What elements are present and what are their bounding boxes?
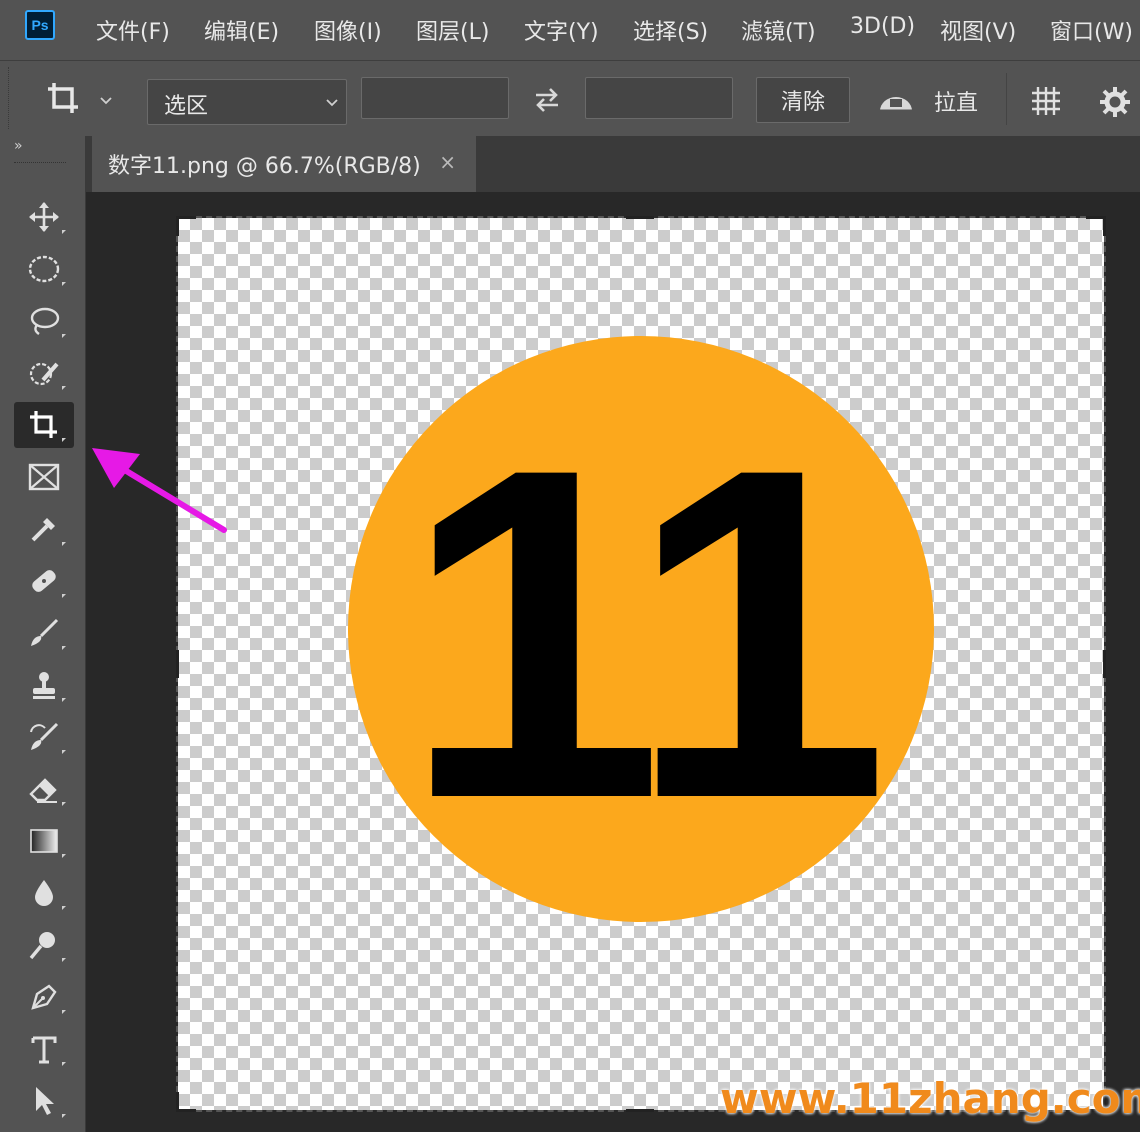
crop-tool[interactable] bbox=[14, 402, 74, 448]
document-tab-bar: 数字11.png @ 66.7%(RGB/8) × bbox=[86, 136, 1140, 192]
crop-handle-bottom-left[interactable] bbox=[176, 1092, 179, 1112]
number-text: 11 bbox=[402, 371, 890, 896]
photoshop-logo: Ps bbox=[25, 10, 55, 40]
grid-icon[interactable] bbox=[1028, 83, 1064, 119]
arrow-cursor-icon bbox=[36, 1087, 54, 1115]
menu-select[interactable]: 选择(S) bbox=[633, 14, 708, 46]
history-brush-tool[interactable] bbox=[14, 714, 74, 760]
frame-tool[interactable] bbox=[14, 454, 74, 500]
stamp-tool[interactable] bbox=[14, 662, 74, 708]
document-canvas[interactable]: 11 bbox=[176, 216, 1106, 1112]
crop-icon bbox=[30, 411, 57, 438]
tool-preset-picker[interactable] bbox=[40, 77, 122, 121]
gradient-tool[interactable] bbox=[14, 818, 74, 864]
menu-layer[interactable]: 图层(L) bbox=[416, 14, 489, 46]
dodge-icon bbox=[29, 932, 55, 960]
swap-icon[interactable] bbox=[530, 83, 564, 117]
menu-type[interactable]: 文字(Y) bbox=[524, 14, 599, 46]
type-tool[interactable] bbox=[14, 1026, 74, 1072]
gear-icon[interactable] bbox=[1098, 85, 1132, 119]
crop-handle-top-right[interactable] bbox=[1103, 216, 1106, 236]
divider bbox=[1006, 73, 1007, 125]
drop-icon bbox=[35, 880, 53, 906]
crop-handle-right[interactable] bbox=[1103, 650, 1106, 678]
orange-circle: 11 bbox=[348, 336, 934, 922]
brush-tool[interactable] bbox=[14, 610, 74, 656]
menu-view[interactable]: 视图(V) bbox=[940, 14, 1016, 46]
crop-handle-top-left[interactable] bbox=[176, 216, 196, 219]
canvas-workspace[interactable]: 11 bbox=[86, 192, 1140, 1132]
crop-height-input[interactable] bbox=[585, 77, 733, 119]
crop-width-input[interactable] bbox=[361, 77, 509, 119]
crop-handle-left[interactable] bbox=[176, 650, 179, 678]
menu-image[interactable]: 图像(I) bbox=[314, 14, 382, 46]
menu-file[interactable]: 文件(F) bbox=[96, 14, 170, 46]
marquee-tool[interactable] bbox=[14, 246, 74, 292]
path-selection-tool[interactable] bbox=[14, 1078, 74, 1124]
move-tool[interactable] bbox=[14, 194, 74, 240]
panel-grip[interactable] bbox=[14, 162, 66, 163]
eraser-icon bbox=[29, 778, 57, 803]
menu-window[interactable]: 窗口(W) bbox=[1050, 14, 1133, 46]
lasso-tool[interactable] bbox=[14, 298, 74, 344]
eyedropper-icon bbox=[31, 518, 55, 542]
straighten-icon[interactable] bbox=[876, 85, 916, 119]
document-tab-title: 数字11.png @ 66.7%(RGB/8) bbox=[108, 154, 421, 179]
options-bar-grip[interactable] bbox=[8, 67, 12, 129]
eraser-tool[interactable] bbox=[14, 766, 74, 812]
pen-tool[interactable] bbox=[14, 974, 74, 1020]
menu-bar: Ps 文件(F) 编辑(E) 图像(I) 图层(L) 文字(Y) 选择(S) 滤… bbox=[0, 0, 1140, 60]
blur-tool[interactable] bbox=[14, 870, 74, 916]
clear-button[interactable]: 清除 bbox=[756, 77, 850, 123]
quick-selection-icon bbox=[29, 362, 59, 386]
pen-icon bbox=[31, 984, 57, 1010]
menu-3d[interactable]: 3D(D) bbox=[850, 14, 915, 39]
close-icon[interactable]: × bbox=[439, 150, 456, 174]
stamp-icon bbox=[33, 672, 55, 699]
eyedropper-tool[interactable] bbox=[14, 506, 74, 552]
tools-panel: » bbox=[0, 136, 86, 1132]
watermark: www.11zhang.com bbox=[720, 1074, 1140, 1123]
chevron-down-icon bbox=[326, 99, 338, 107]
move-icon bbox=[29, 202, 59, 232]
crop-ratio-select[interactable]: 选区 bbox=[147, 79, 347, 125]
collapse-panel-icon[interactable]: » bbox=[14, 138, 23, 154]
frame-icon bbox=[28, 463, 60, 491]
annotation-arrow bbox=[92, 448, 227, 533]
options-bar: 选区 清除 拉直 bbox=[0, 60, 1140, 137]
healing-brush-tool[interactable] bbox=[14, 558, 74, 604]
crop-ratio-value: 选区 bbox=[164, 94, 209, 119]
dodge-tool[interactable] bbox=[14, 922, 74, 968]
history-brush-icon bbox=[30, 722, 59, 750]
quick-selection-tool[interactable] bbox=[14, 350, 74, 396]
crop-handle-bottom-left[interactable] bbox=[176, 1109, 196, 1112]
type-icon bbox=[31, 1036, 57, 1064]
document-tab[interactable]: 数字11.png @ 66.7%(RGB/8) × bbox=[92, 136, 476, 192]
elliptical-marquee-icon bbox=[28, 255, 60, 283]
menu-edit[interactable]: 编辑(E) bbox=[204, 14, 279, 46]
straighten-label[interactable]: 拉直 bbox=[934, 85, 978, 117]
menu-filter[interactable]: 滤镜(T) bbox=[741, 14, 816, 46]
crop-handle-top-left[interactable] bbox=[176, 216, 179, 236]
brush-icon bbox=[31, 618, 59, 646]
crop-handle-bottom[interactable] bbox=[626, 1109, 654, 1112]
gradient-icon bbox=[30, 829, 58, 853]
bandage-icon bbox=[32, 570, 56, 592]
lasso-icon bbox=[30, 307, 60, 335]
crop-icon bbox=[48, 83, 78, 113]
crop-handle-top[interactable] bbox=[626, 216, 654, 219]
chevron-down-icon bbox=[100, 97, 112, 105]
